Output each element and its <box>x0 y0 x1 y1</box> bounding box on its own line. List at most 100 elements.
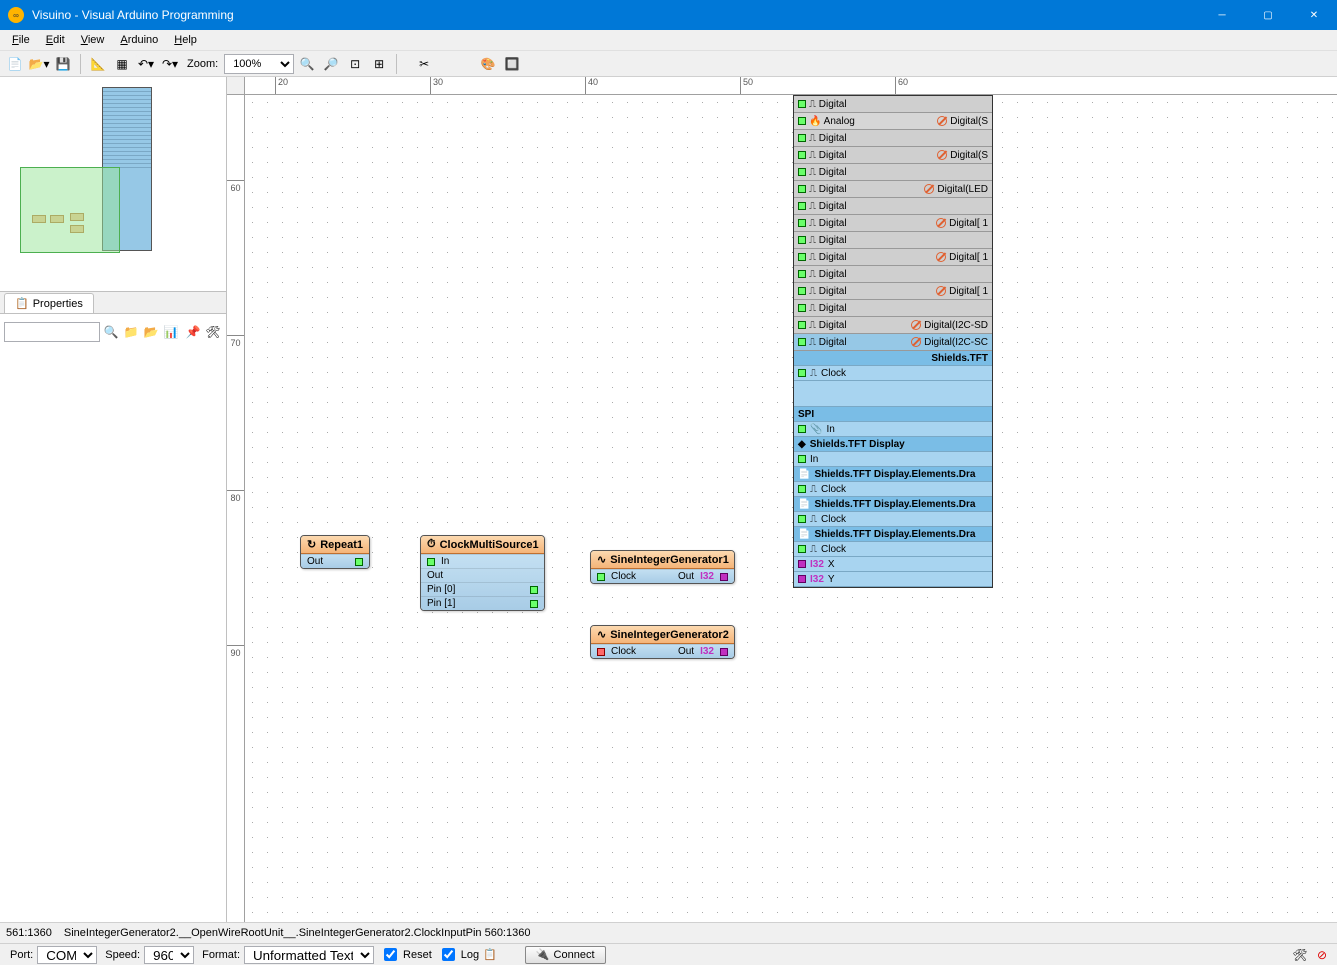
overview-panel[interactable] <box>0 77 226 292</box>
search-go-icon[interactable]: 🔍 <box>102 323 120 341</box>
board-icon[interactable]: 🔲 <box>501 53 523 75</box>
arduino-row[interactable]: ⎍ Digital Digital(I2C-SC <box>794 334 992 351</box>
save-button[interactable]: 💾 <box>52 53 74 75</box>
arduino-row[interactable]: ⎍ Digital Digital(I2C-SD <box>794 317 992 334</box>
pin-out[interactable] <box>355 558 363 566</box>
pin-out[interactable] <box>720 648 728 656</box>
bottom-stop-icon[interactable]: ⊘ <box>1313 946 1331 964</box>
arduino-row[interactable]: ⎍ Digital <box>794 164 992 181</box>
toolbar-separator <box>80 54 81 74</box>
pin-1[interactable] <box>530 600 538 608</box>
pin-0-label: Pin [0] <box>427 584 455 595</box>
pin-in[interactable] <box>798 117 806 125</box>
pin-in[interactable] <box>798 287 806 295</box>
close-button[interactable]: ✕ <box>1291 0 1337 30</box>
zoom-in-icon[interactable]: 🔍 <box>296 53 318 75</box>
node-repeat1[interactable]: ↻ Repeat1 Out <box>300 535 370 569</box>
disabled-icon <box>937 116 947 126</box>
new-button[interactable]: 📄 <box>4 53 26 75</box>
pin-clock[interactable] <box>798 545 806 553</box>
props-icon-2[interactable]: 📂 <box>142 323 160 341</box>
pin-clock[interactable] <box>597 648 605 656</box>
pin-out[interactable] <box>720 573 728 581</box>
open-button[interactable]: 📂▾ <box>28 53 50 75</box>
menu-file[interactable]: File <box>4 32 38 48</box>
pin-clock[interactable] <box>798 515 806 523</box>
arduino-row[interactable]: ⎍ Digital Digital[ 1 <box>794 215 992 232</box>
properties-tab[interactable]: 📋 Properties <box>4 293 94 313</box>
pin-in[interactable] <box>798 219 806 227</box>
pin-in[interactable] <box>798 100 806 108</box>
pin-in[interactable] <box>798 202 806 210</box>
arduino-row[interactable]: ⎍ Digital <box>794 130 992 147</box>
pin-clock[interactable] <box>597 573 605 581</box>
log-checkbox[interactable] <box>442 948 455 961</box>
node-sine1[interactable]: ∿ SineIntegerGenerator1 ClockOutI32 <box>590 550 735 584</box>
pin-x[interactable] <box>798 560 806 568</box>
arduino-row[interactable]: ⎍ Digital Digital[ 1 <box>794 283 992 300</box>
arduino-row[interactable]: ⎍ Digital <box>794 300 992 317</box>
arduino-board[interactable]: ⎍ Digital🔥 Analog Digital(S⎍ Digital⎍ Di… <box>793 95 993 588</box>
menu-help[interactable]: Help <box>166 32 205 48</box>
undo-button[interactable]: ↶▾ <box>135 53 157 75</box>
node-clockmultisource1[interactable]: ⏱ ClockMultiSource1 In Out Pin [0] Pin [… <box>420 535 545 611</box>
redo-button[interactable]: ↷▾ <box>159 53 181 75</box>
pin-in[interactable] <box>427 558 435 566</box>
zoom-out-icon[interactable]: 🔎 <box>320 53 342 75</box>
canvas[interactable]: ↻ Repeat1 Out ⏱ ClockMultiSource1 In Out… <box>245 95 1337 922</box>
port-dropdown[interactable]: COM5 (U <box>37 946 97 964</box>
align-button[interactable]: 📐 <box>87 53 109 75</box>
arduino-row[interactable]: ⎍ Digital Digital(LED <box>794 181 992 198</box>
log-folder-icon[interactable]: 📋 <box>483 948 497 961</box>
in-label: In <box>810 454 818 465</box>
pin-in[interactable] <box>798 151 806 159</box>
reset-checkbox[interactable] <box>384 948 397 961</box>
bottom-tools-icon[interactable]: 🛠 <box>1291 946 1309 964</box>
speed-dropdown[interactable]: 9600 <box>144 946 194 964</box>
grid-button[interactable]: ▦ <box>111 53 133 75</box>
palette-icon[interactable]: 🎨 <box>477 53 499 75</box>
pin-in[interactable] <box>798 134 806 142</box>
properties-search-input[interactable] <box>4 322 100 342</box>
maximize-button[interactable]: ▢ <box>1245 0 1291 30</box>
menu-arduino[interactable]: Arduino <box>112 32 166 48</box>
tools-icon[interactable]: 🛠 <box>204 323 222 341</box>
cut-icon[interactable]: ✂ <box>413 53 435 75</box>
pin-in[interactable] <box>798 168 806 176</box>
pin-in[interactable] <box>798 270 806 278</box>
props-icon-3[interactable]: 📊 <box>162 323 180 341</box>
arduino-row[interactable]: ⎍ Digital <box>794 266 992 283</box>
arduino-row[interactable]: ⎍ Digital <box>794 96 992 113</box>
menu-edit[interactable]: Edit <box>38 32 73 48</box>
pin-in[interactable] <box>798 253 806 261</box>
props-icon-1[interactable]: 📁 <box>122 323 140 341</box>
pin-0[interactable] <box>530 586 538 594</box>
pin-in[interactable] <box>798 185 806 193</box>
pin-in[interactable] <box>798 455 806 463</box>
pin-clock[interactable] <box>798 485 806 493</box>
zoom-fit-icon[interactable]: ⊞ <box>368 53 390 75</box>
pin-icon[interactable]: 📌 <box>184 323 202 341</box>
menu-view[interactable]: View <box>73 32 113 48</box>
pin-in[interactable] <box>798 321 806 329</box>
pin-in[interactable] <box>798 304 806 312</box>
pin-in[interactable] <box>798 338 806 346</box>
spi-in-label: In <box>826 424 834 435</box>
arduino-row[interactable]: ⎍ Digital Digital[ 1 <box>794 249 992 266</box>
arduino-row[interactable]: ⎍ Digital <box>794 198 992 215</box>
pin-in[interactable] <box>798 236 806 244</box>
zoom-region-icon[interactable]: ⊡ <box>344 53 366 75</box>
pin-type-label: I32 <box>700 571 714 582</box>
pin-clock[interactable] <box>798 369 806 377</box>
pin-1-label: Pin [1] <box>427 598 455 609</box>
minimize-button[interactable]: ─ <box>1199 0 1245 30</box>
arduino-row[interactable]: ⎍ Digital Digital(S <box>794 147 992 164</box>
zoom-dropdown[interactable]: 100% <box>224 54 294 74</box>
format-dropdown[interactable]: Unformatted Text <box>244 946 374 964</box>
arduino-row[interactable]: ⎍ Digital <box>794 232 992 249</box>
node-sine2[interactable]: ∿ SineIntegerGenerator2 ClockOutI32 <box>590 625 735 659</box>
pin-spi-in[interactable] <box>798 425 806 433</box>
connect-button[interactable]: 🔌 Connect <box>525 946 606 964</box>
pin-y[interactable] <box>798 575 806 583</box>
arduino-row[interactable]: 🔥 Analog Digital(S <box>794 113 992 130</box>
